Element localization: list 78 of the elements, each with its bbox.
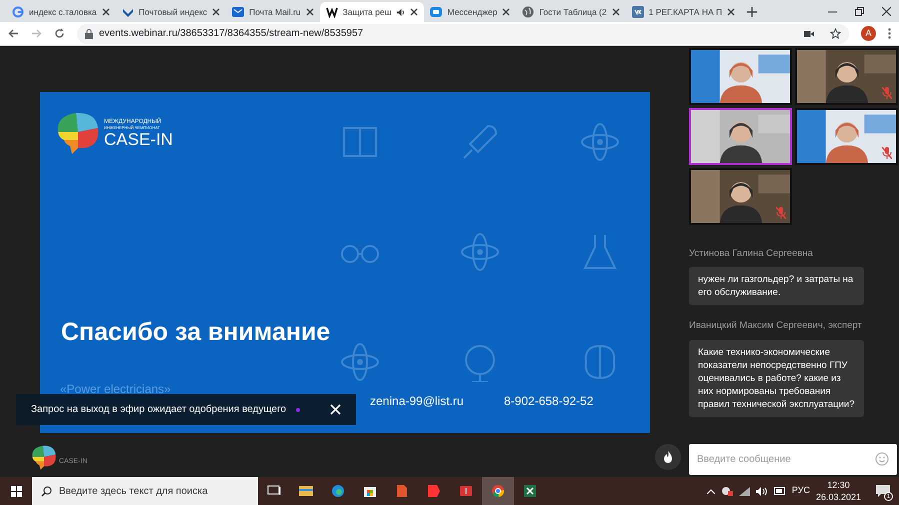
atom-icon	[580, 122, 620, 162]
browser-tab[interactable]: Гости Таблица (2	[516, 2, 626, 22]
document-icon	[395, 484, 409, 498]
message-author: Устинова Галина Сергеевна	[689, 247, 814, 261]
spreadsheet-icon	[523, 484, 537, 498]
new-tab-icon[interactable]	[747, 7, 758, 17]
store-icon	[363, 484, 377, 498]
camera-icon[interactable]	[804, 30, 814, 38]
signal-icon[interactable]	[738, 486, 750, 496]
star-icon[interactable]	[830, 28, 841, 39]
tab-label: Почта Mail.ru	[249, 6, 301, 18]
back-icon[interactable]	[8, 28, 19, 39]
close-icon[interactable]	[102, 8, 110, 16]
browser-tab[interactable]: 1 РЕГ.КАРТА НА П	[626, 2, 742, 22]
cloud-icon[interactable]	[720, 486, 733, 496]
folder-icon	[299, 484, 313, 498]
browser-tab[interactable]: Почтовый индекс	[116, 2, 226, 22]
email-text: zenina-99@list.ru	[370, 393, 464, 410]
chat-message: нужен ли газгольдер? и затраты на его обслуживание.	[689, 267, 864, 306]
flame-icon	[663, 450, 673, 464]
clock-date[interactable]: 26.03.2021	[816, 491, 861, 503]
notifications-icon[interactable]	[876, 485, 890, 497]
close-icon[interactable]	[727, 8, 736, 16]
browser-tab[interactable]: Защита реш	[320, 2, 424, 22]
close-icon[interactable]	[502, 8, 510, 16]
tab-label: Почтовый индекс	[138, 6, 208, 18]
loading-dot-icon	[296, 408, 300, 412]
close-button[interactable]	[328, 402, 342, 416]
taskbar-search-field[interactable]: Введите здесь текст для поиска	[32, 477, 258, 505]
tab-label: 1 РЕГ.КАРТА НА П	[648, 6, 722, 18]
google-icon	[12, 6, 24, 18]
browser-tab[interactable]: индекс с.таловка	[6, 2, 116, 22]
close-icon[interactable]	[306, 8, 314, 16]
clock-time[interactable]: 12:30	[827, 479, 850, 491]
close-icon[interactable]	[212, 8, 220, 16]
toast-text: Запрос на выход в эфир ожидает одобрения ведущего	[31, 403, 286, 417]
reaction-button[interactable]	[655, 444, 681, 470]
browser-tab[interactable]: Почта Mail.ru	[226, 2, 320, 22]
message-input-field[interactable]: Введите сообщение	[689, 444, 897, 475]
search-icon	[41, 486, 52, 497]
globe-icon	[522, 6, 534, 18]
phone-text: 8-902-658-92-52	[504, 393, 594, 410]
tab-label: Гости Таблица (2	[539, 6, 607, 18]
tab-label: Мессенджер	[447, 6, 498, 18]
atom-icon	[340, 342, 380, 382]
reload-icon[interactable]	[54, 28, 65, 39]
browser-tab[interactable]: Мессенджер	[424, 2, 516, 22]
zigzag-icon	[326, 6, 338, 18]
logo-name: CASE-IN	[104, 130, 173, 148]
profile-avatar[interactable]: А	[861, 26, 876, 41]
battery-icon[interactable]	[774, 487, 786, 495]
restore-icon[interactable]	[855, 6, 864, 16]
chevron-up-icon[interactable]	[706, 488, 715, 494]
task-view-icon	[267, 484, 281, 498]
volume-icon[interactable]	[756, 486, 768, 496]
close-icon[interactable]	[410, 8, 418, 16]
chat-icon	[430, 6, 442, 18]
message-author: Иваницкий Максим Сергеевич, эксперт	[689, 319, 863, 334]
close-icon[interactable]	[612, 8, 620, 16]
close-icon[interactable]	[882, 6, 891, 16]
tab-label: индекс с.таловка	[29, 6, 97, 18]
menu-icon[interactable]	[888, 28, 891, 39]
slide-title: Спасибо за внимание	[61, 317, 330, 348]
url-text: events.webinar.ru/38653317/8364355/stream-new/8535957	[99, 27, 364, 41]
address-bar[interactable]: events.webinar.ru/38653317/8364355/stream-new/8535957	[77, 24, 849, 44]
language-indicator[interactable]: РУС	[792, 484, 810, 498]
brain-logo-icon	[30, 444, 58, 471]
tab-label: Защита реш	[342, 6, 392, 18]
chat-message: Какие технико-экономические показатели непосредственно ГПУ оценивались в работе? какие из них нормированы требования правил технической эксплуатации?	[689, 340, 864, 416]
team-name: «Power electricians»	[60, 381, 171, 398]
windows-icon	[10, 486, 22, 496]
close-icon	[330, 404, 340, 415]
mail-icon	[232, 6, 244, 18]
lock-icon	[85, 28, 93, 38]
atom-icon	[460, 232, 500, 272]
vk-icon	[632, 6, 644, 18]
chrome-icon	[491, 484, 505, 498]
edge-icon	[331, 484, 345, 498]
